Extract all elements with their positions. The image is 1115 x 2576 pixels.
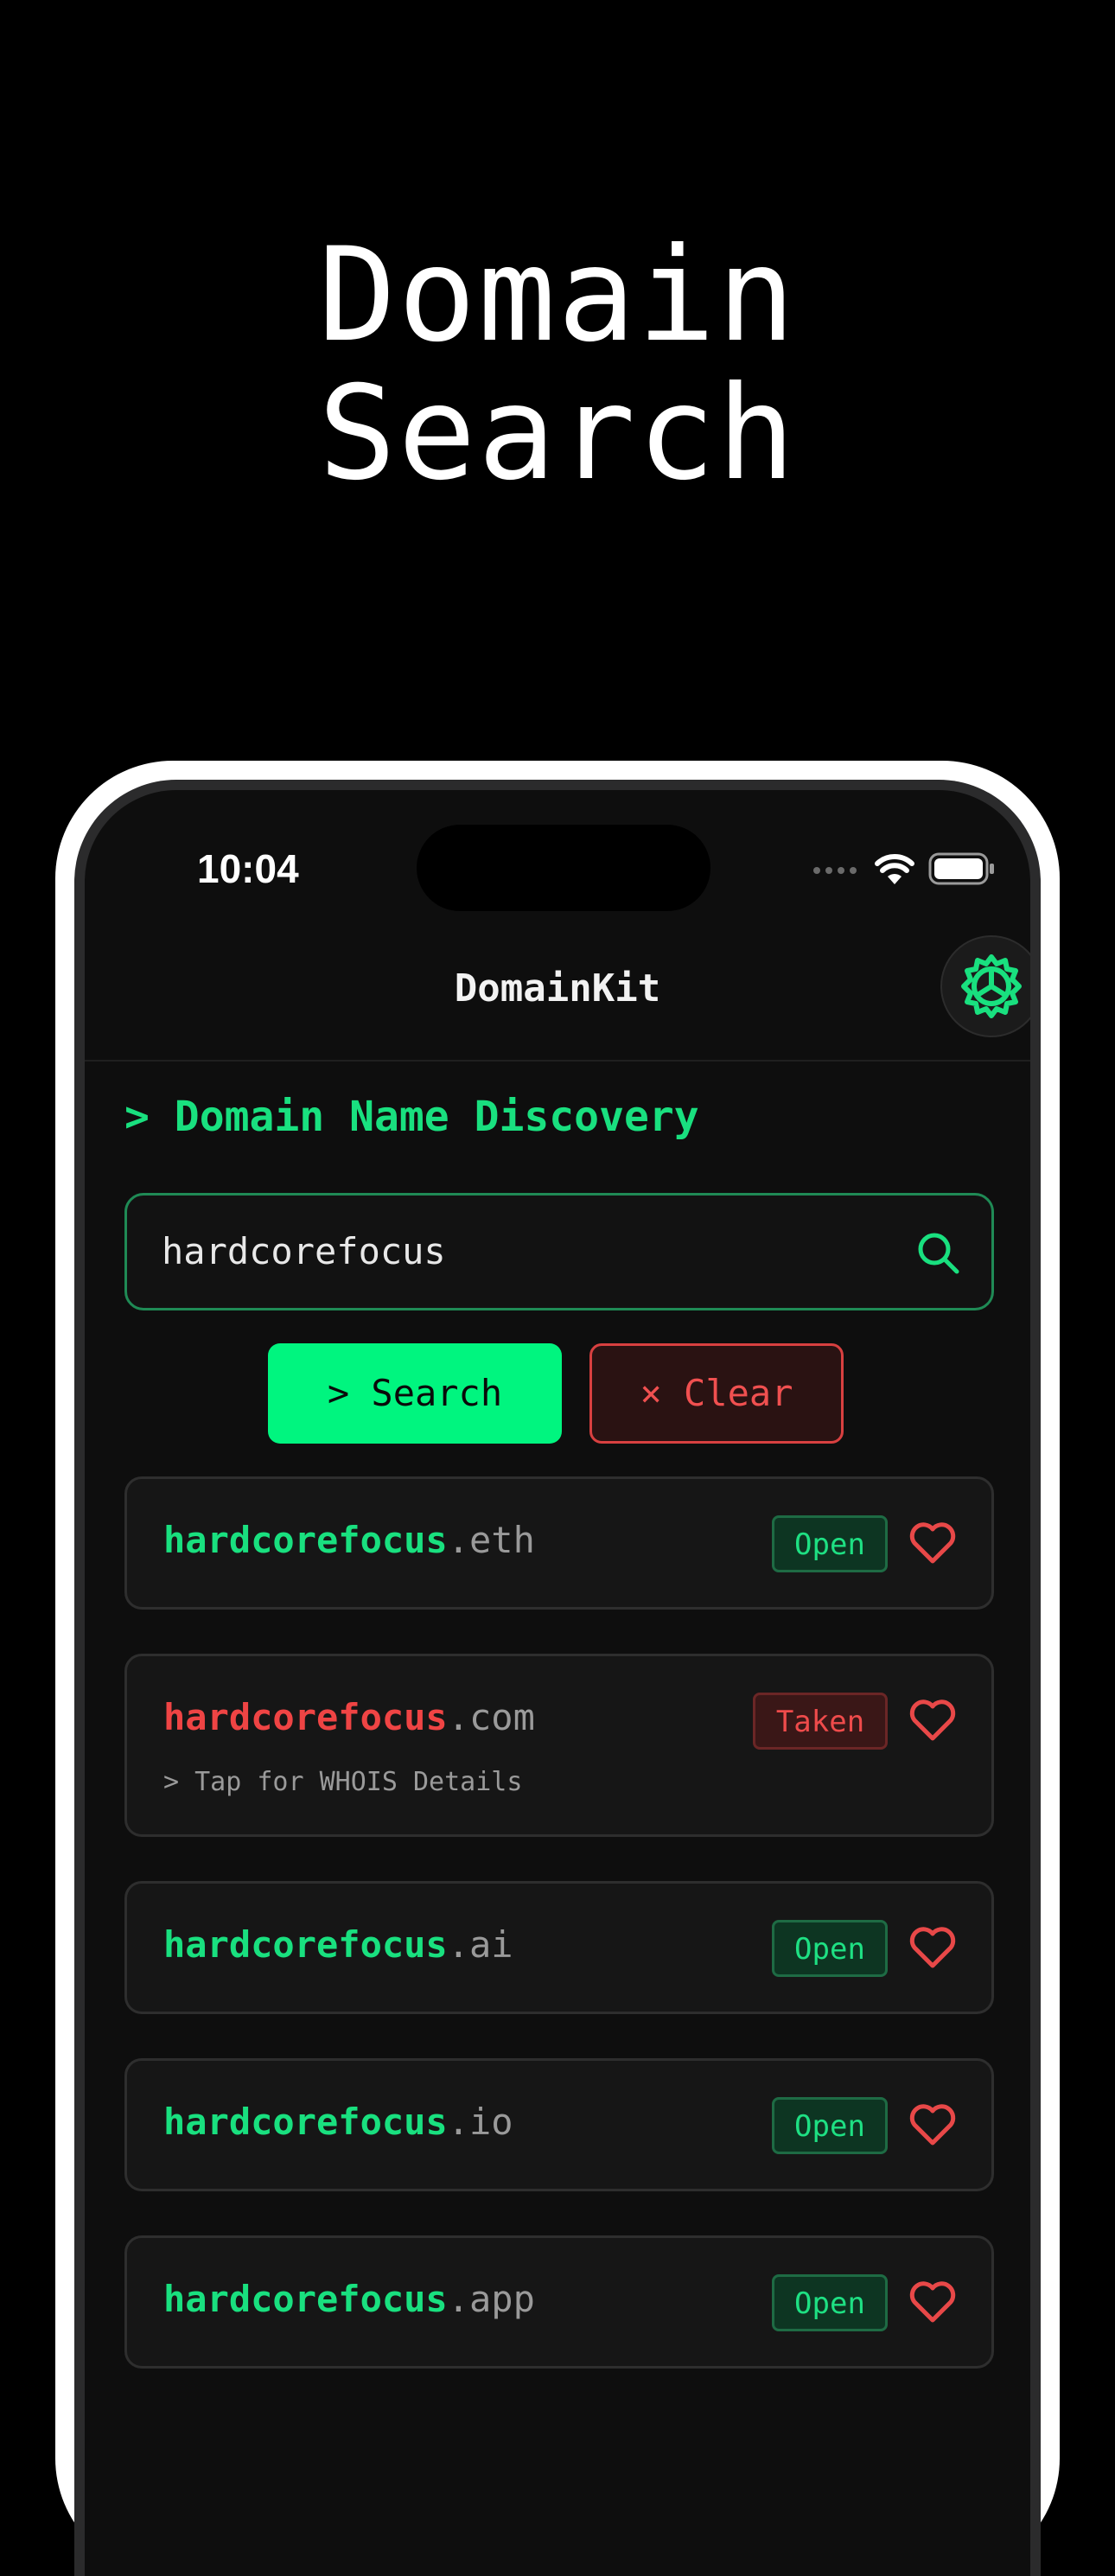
heart-icon[interactable] (908, 2102, 957, 2147)
result-card-app[interactable]: hardcorefocus.app Open (124, 2235, 994, 2369)
clear-button[interactable]: × Clear (589, 1343, 844, 1444)
domain-label: hardcorefocus.com (163, 1696, 535, 1738)
domain-label: hardcorefocus.io (163, 2101, 513, 2143)
phone-bezel: 10:04 DomainKit > Domain Name Discovery … (74, 780, 1041, 2576)
domain-name: hardcorefocus (163, 1696, 448, 1738)
result-card-com[interactable]: hardcorefocus.com Taken > Tap for WHOIS … (124, 1654, 994, 1837)
heart-icon[interactable] (908, 1521, 957, 1565)
domain-name: hardcorefocus (163, 2278, 448, 2320)
heart-icon[interactable] (908, 2280, 957, 2324)
result-card-io[interactable]: hardcorefocus.io Open (124, 2058, 994, 2191)
wifi-icon (875, 854, 914, 884)
domain-name: hardcorefocus (163, 1923, 448, 1966)
status-badge: Open (772, 2274, 888, 2331)
search-button[interactable]: > Search (268, 1343, 562, 1444)
status-badge: Open (772, 2097, 888, 2154)
search-box (124, 1193, 994, 1310)
domain-tld: .app (447, 2278, 535, 2320)
domain-label: hardcorefocus.eth (163, 1519, 535, 1561)
status-icons (812, 847, 996, 890)
domain-tld: .io (447, 2101, 513, 2143)
nav-bar: DomainKit (85, 935, 1030, 1062)
heart-icon[interactable] (908, 1925, 957, 1970)
domain-tld: .eth (447, 1519, 535, 1561)
heart-icon[interactable] (908, 1698, 957, 1743)
domain-tld: .com (447, 1696, 535, 1738)
battery-icon (928, 852, 994, 885)
nav-title: DomainKit (454, 966, 661, 1011)
domain-tld: .ai (447, 1923, 513, 1966)
headline: Domain Search (0, 226, 1115, 503)
dynamic-island (417, 825, 710, 911)
phone-screen: 10:04 DomainKit > Domain Name Discovery … (85, 790, 1030, 2576)
domain-name: hardcorefocus (163, 1519, 448, 1561)
headline-line-2: Search (318, 359, 797, 509)
domain-name: hardcorefocus (163, 2101, 448, 2143)
search-icon[interactable] (915, 1230, 960, 1275)
search-input[interactable] (162, 1196, 870, 1308)
status-badge: Open (772, 1515, 888, 1572)
signal-icon (813, 867, 857, 874)
headline-line-1: Domain (318, 220, 797, 371)
whois-hint: > Tap for WHOIS Details (163, 1767, 523, 1797)
phone-frame: 10:04 DomainKit > Domain Name Discovery … (55, 761, 1060, 2576)
status-badge: Open (772, 1920, 888, 1977)
gear-icon (961, 954, 1022, 1018)
status-badge: Taken (753, 1693, 888, 1750)
status-time: 10:04 (197, 846, 299, 891)
domain-label: hardcorefocus.ai (163, 1923, 513, 1966)
result-card-eth[interactable]: hardcorefocus.eth Open (124, 1476, 994, 1610)
domain-label: hardcorefocus.app (163, 2278, 535, 2320)
section-title: > Domain Name Discovery (124, 1093, 699, 1141)
result-card-ai[interactable]: hardcorefocus.ai Open (124, 1881, 994, 2014)
